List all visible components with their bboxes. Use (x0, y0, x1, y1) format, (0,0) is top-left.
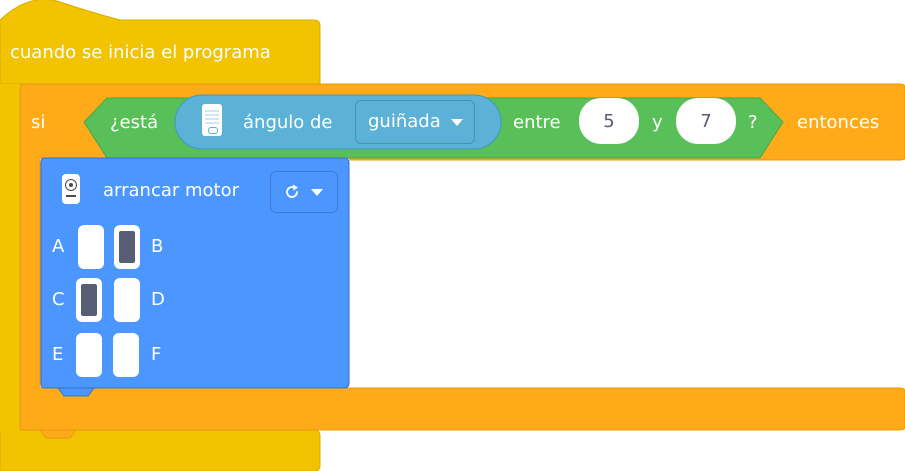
port-label-f: F (151, 344, 162, 365)
chevron-down-icon (450, 118, 463, 126)
motor-icon (62, 174, 80, 204)
high-value-input[interactable]: 7 (676, 98, 736, 144)
hub-icon (202, 104, 222, 136)
port-toggle-f[interactable] (113, 333, 139, 377)
port-label-a: A (52, 236, 65, 257)
port-label-d: D (151, 289, 165, 310)
sensor-label: ángulo de (243, 112, 333, 133)
port-label-c: C (52, 289, 65, 310)
axis-dropdown-value: guiñada (368, 111, 441, 132)
condition-prefix: ¿está (110, 112, 159, 133)
port-toggle-d[interactable] (114, 278, 140, 322)
port-toggle-a[interactable] (78, 225, 104, 269)
condition-suffix: ? (748, 112, 758, 133)
port-label-e: E (52, 344, 64, 365)
axis-dropdown[interactable]: guiñada (355, 100, 475, 144)
chevron-down-icon (311, 188, 323, 196)
port-toggle-c[interactable] (76, 278, 102, 322)
port-selected-indicator (119, 231, 135, 263)
motor-block-label: arrancar motor (103, 180, 240, 201)
if-label: si (31, 112, 46, 133)
then-label: entonces (797, 112, 880, 133)
hat-block-label: cuando se inicia el programa (10, 42, 271, 63)
port-label-b: B (151, 236, 164, 257)
low-value-input[interactable]: 5 (579, 98, 639, 144)
and-label: y (652, 112, 663, 133)
clockwise-arrow-icon (286, 184, 298, 198)
port-selected-indicator (81, 284, 97, 316)
port-toggle-b[interactable] (114, 225, 140, 269)
direction-dropdown[interactable] (270, 171, 338, 213)
between-label: entre (513, 112, 561, 133)
port-toggle-e[interactable] (76, 333, 102, 377)
